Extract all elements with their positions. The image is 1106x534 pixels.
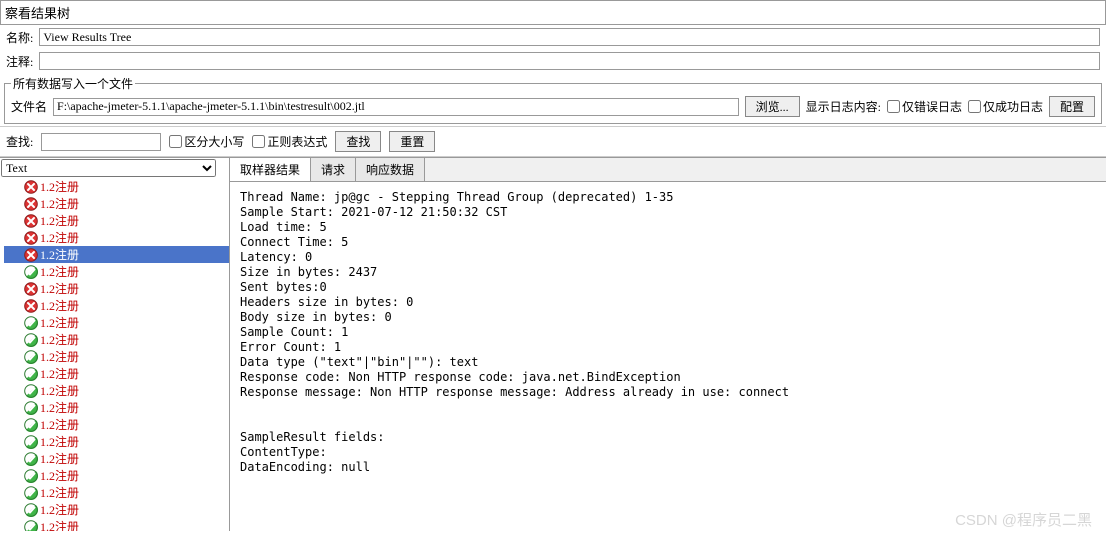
- find-button[interactable]: 查找: [335, 131, 381, 152]
- tree-item[interactable]: 1.2注册: [4, 280, 229, 297]
- filename-input[interactable]: [53, 98, 739, 116]
- success-icon: [24, 520, 38, 532]
- case-sensitive-label: 区分大小写: [184, 133, 244, 150]
- tree-item-label: 1.2注册: [40, 263, 79, 280]
- tree-item-label: 1.2注册: [40, 518, 79, 531]
- tree-item[interactable]: 1.2注册: [4, 348, 229, 365]
- tree-item[interactable]: 1.2注册: [4, 467, 229, 484]
- success-only-label: 仅成功日志: [983, 98, 1043, 115]
- sampler-detail: Thread Name: jp@gc - Stepping Thread Gro…: [230, 182, 1106, 531]
- regex-checkbox[interactable]: 正则表达式: [252, 133, 327, 150]
- tree-item[interactable]: 1.2注册: [4, 314, 229, 331]
- case-sensitive-checkbox[interactable]: 区分大小写: [169, 133, 244, 150]
- tree-item[interactable]: 1.2注册: [4, 229, 229, 246]
- success-icon: [24, 384, 38, 398]
- panel-title: 察看结果树: [0, 0, 1106, 25]
- tree-item-label: 1.2注册: [40, 484, 79, 501]
- success-icon: [24, 316, 38, 330]
- error-icon: [24, 214, 38, 228]
- tree-item-label: 1.2注册: [40, 331, 79, 348]
- comment-input[interactable]: [39, 52, 1100, 70]
- success-icon: [24, 367, 38, 381]
- tree-item[interactable]: 1.2注册: [4, 212, 229, 229]
- tree-item-label: 1.2注册: [40, 246, 79, 263]
- configure-button[interactable]: 配置: [1049, 96, 1095, 117]
- browse-button[interactable]: 浏览...: [745, 96, 800, 117]
- tree-item-label: 1.2注册: [40, 433, 79, 450]
- tree-item-label: 1.2注册: [40, 416, 79, 433]
- success-only-checkbox[interactable]: 仅成功日志: [968, 98, 1043, 115]
- tree-item-label: 1.2注册: [40, 229, 79, 246]
- show-log-label: 显示日志内容:: [806, 98, 881, 115]
- search-label: 查找:: [6, 133, 33, 150]
- tree-item[interactable]: 1.2注册: [4, 178, 229, 195]
- regex-label: 正则表达式: [267, 133, 327, 150]
- error-icon: [24, 282, 38, 296]
- reset-button[interactable]: 重置: [389, 131, 435, 152]
- success-icon: [24, 350, 38, 364]
- tree-item-label: 1.2注册: [40, 348, 79, 365]
- success-icon: [24, 486, 38, 500]
- tree-item[interactable]: 1.2注册: [4, 263, 229, 280]
- tab-request[interactable]: 请求: [311, 158, 356, 181]
- success-icon: [24, 418, 38, 432]
- tree-item-label: 1.2注册: [40, 178, 79, 195]
- file-fieldset: 所有数据写入一个文件 文件名 浏览... 显示日志内容: 仅错误日志 仅成功日志…: [4, 75, 1102, 124]
- tree-item[interactable]: 1.2注册: [4, 246, 229, 263]
- success-icon: [24, 452, 38, 466]
- result-tree[interactable]: 1.2注册1.2注册1.2注册1.2注册1.2注册1.2注册1.2注册1.2注册…: [0, 178, 229, 531]
- tree-item-label: 1.2注册: [40, 297, 79, 314]
- tree-item[interactable]: 1.2注册: [4, 433, 229, 450]
- success-icon: [24, 333, 38, 347]
- search-input[interactable]: [41, 133, 161, 151]
- error-icon: [24, 180, 38, 194]
- tree-item-label: 1.2注册: [40, 365, 79, 382]
- error-only-label: 仅错误日志: [902, 98, 962, 115]
- filename-label: 文件名: [11, 98, 47, 115]
- error-only-checkbox[interactable]: 仅错误日志: [887, 98, 962, 115]
- tree-item[interactable]: 1.2注册: [4, 365, 229, 382]
- tree-item-label: 1.2注册: [40, 212, 79, 229]
- tree-item[interactable]: 1.2注册: [4, 399, 229, 416]
- tab-response[interactable]: 响应数据: [356, 158, 425, 181]
- tree-item[interactable]: 1.2注册: [4, 195, 229, 212]
- tree-item-label: 1.2注册: [40, 467, 79, 484]
- tree-item[interactable]: 1.2注册: [4, 484, 229, 501]
- tree-item[interactable]: 1.2注册: [4, 382, 229, 399]
- name-label: 名称:: [6, 29, 33, 46]
- tree-item-label: 1.2注册: [40, 280, 79, 297]
- tree-item-label: 1.2注册: [40, 501, 79, 518]
- tree-item-label: 1.2注册: [40, 399, 79, 416]
- success-icon: [24, 469, 38, 483]
- error-icon: [24, 197, 38, 211]
- success-icon: [24, 435, 38, 449]
- tree-item[interactable]: 1.2注册: [4, 297, 229, 314]
- render-type-select[interactable]: Text: [1, 159, 216, 177]
- error-icon: [24, 231, 38, 245]
- tab-sampler-result[interactable]: 取样器结果: [230, 158, 311, 181]
- tree-item[interactable]: 1.2注册: [4, 518, 229, 531]
- error-icon: [24, 299, 38, 313]
- tree-item-label: 1.2注册: [40, 382, 79, 399]
- tree-item[interactable]: 1.2注册: [4, 450, 229, 467]
- tree-item-label: 1.2注册: [40, 450, 79, 467]
- success-icon: [24, 503, 38, 517]
- file-legend: 所有数据写入一个文件: [11, 75, 135, 92]
- comment-label: 注释:: [6, 53, 33, 70]
- tree-item[interactable]: 1.2注册: [4, 501, 229, 518]
- success-icon: [24, 401, 38, 415]
- name-input[interactable]: [39, 28, 1100, 46]
- success-icon: [24, 265, 38, 279]
- tree-item-label: 1.2注册: [40, 195, 79, 212]
- error-icon: [24, 248, 38, 262]
- tree-item[interactable]: 1.2注册: [4, 416, 229, 433]
- tree-item[interactable]: 1.2注册: [4, 331, 229, 348]
- tree-item-label: 1.2注册: [40, 314, 79, 331]
